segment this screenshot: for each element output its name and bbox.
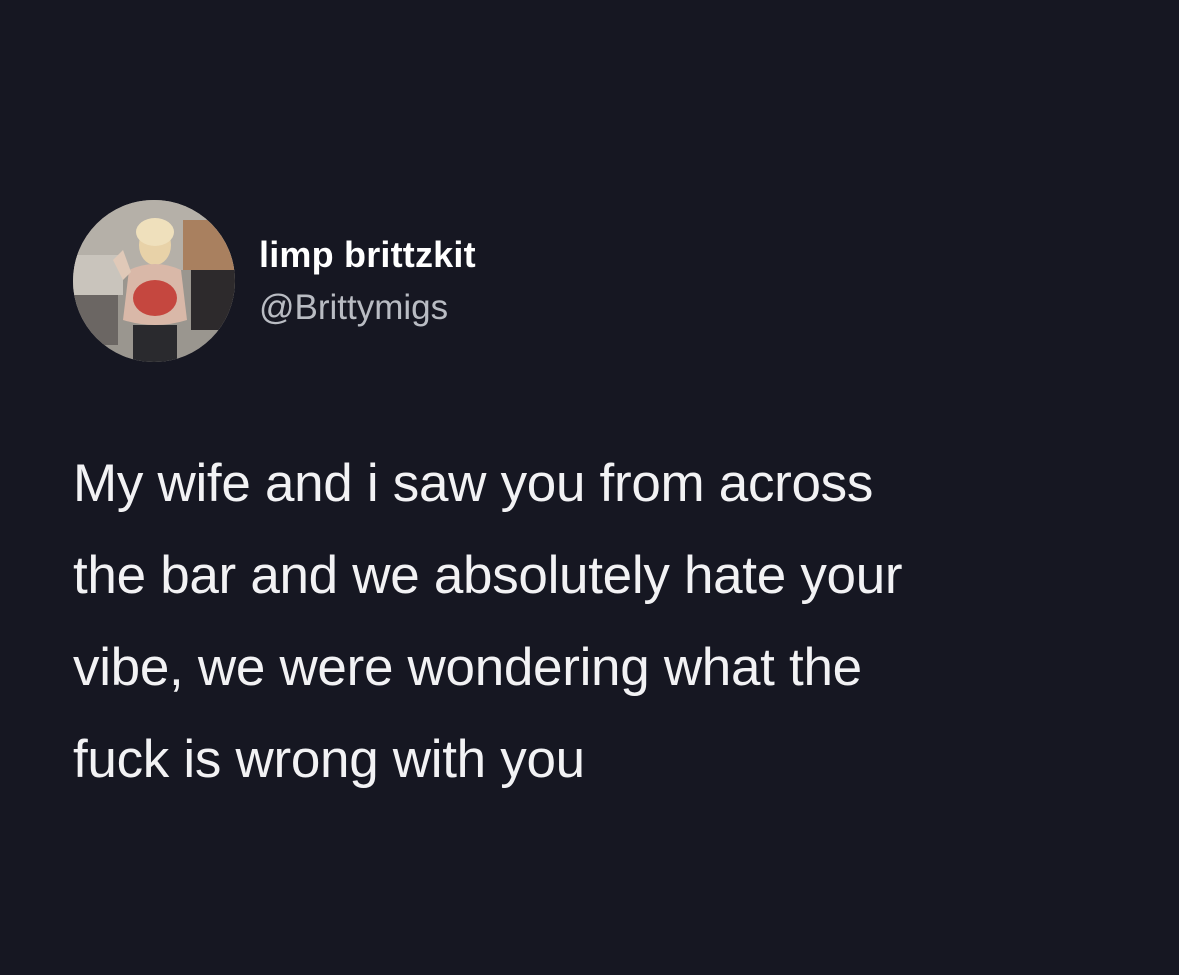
tweet-text-line: the bar and we absolutely hate your <box>73 546 903 605</box>
tweet-text-line: My wife and i saw you from across <box>73 454 874 513</box>
user-handle[interactable]: @Brittymigs <box>259 288 448 328</box>
tweet-text: My wife and i saw you from across the ba… <box>73 438 1133 806</box>
profile-photo-icon <box>73 200 235 362</box>
tweet-text-line: fuck is wrong with you <box>73 730 585 789</box>
display-name[interactable]: limp brittzkit <box>259 234 476 276</box>
tweet-text-line: vibe, we were wondering what the <box>73 638 862 697</box>
avatar[interactable] <box>73 200 235 362</box>
tweet-card: limp brittzkit @Brittymigs My wife and i… <box>0 0 1179 975</box>
